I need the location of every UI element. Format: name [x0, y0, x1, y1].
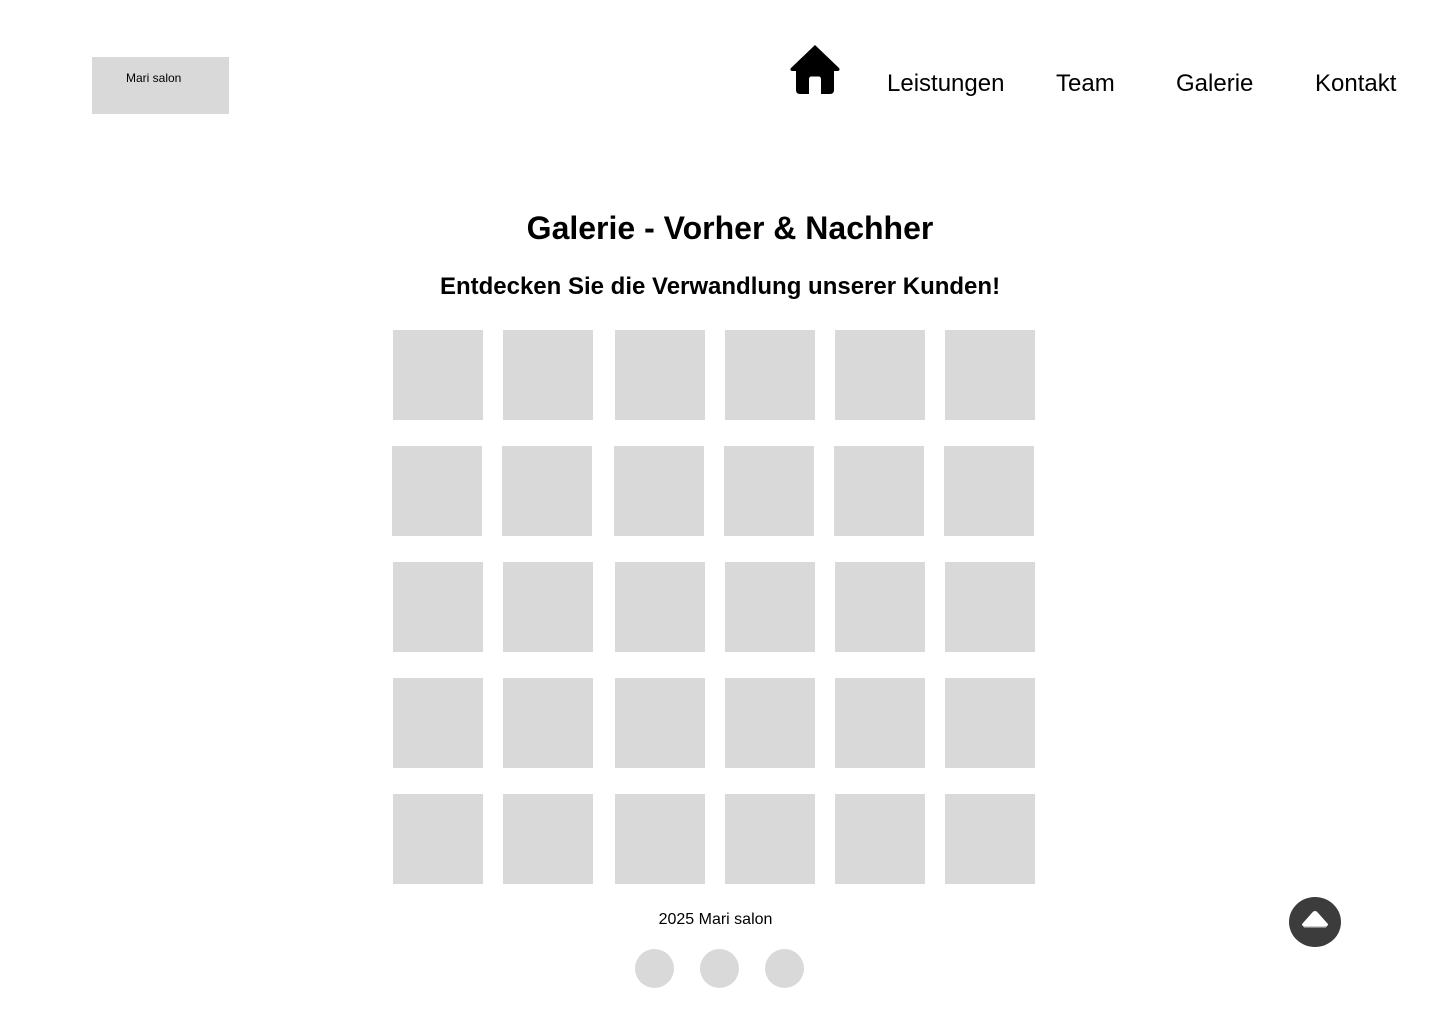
gallery-row	[393, 562, 1035, 652]
gallery-image-placeholder[interactable]	[503, 794, 593, 884]
gallery-image-placeholder[interactable]	[835, 794, 925, 884]
gallery-image-placeholder[interactable]	[944, 446, 1034, 536]
page-subtitle: Entdecken Sie die Verwandlung unserer Ku…	[439, 273, 1001, 300]
page-title: Galerie - Vorher & Nachher	[526, 210, 934, 246]
gallery-image-placeholder[interactable]	[393, 330, 483, 420]
gallery-image-placeholder[interactable]	[945, 794, 1035, 884]
gallery-image-placeholder[interactable]	[835, 330, 925, 420]
nav-leistungen[interactable]: Leistungen	[887, 70, 1004, 98]
gallery-image-placeholder[interactable]	[392, 446, 482, 536]
gallery-image-placeholder[interactable]	[615, 678, 705, 768]
gallery-image-placeholder[interactable]	[393, 794, 483, 884]
gallery-image-placeholder[interactable]	[724, 446, 814, 536]
gallery-image-placeholder[interactable]	[614, 446, 704, 536]
logo-text: Mari salon	[126, 71, 182, 85]
gallery-image-placeholder[interactable]	[725, 562, 815, 652]
gallery-image-placeholder[interactable]	[835, 678, 925, 768]
gallery-image-placeholder[interactable]	[503, 678, 593, 768]
gallery-image-placeholder[interactable]	[615, 330, 705, 420]
gallery-image-placeholder[interactable]	[834, 446, 924, 536]
nav-kontakt[interactable]: Kontakt	[1315, 70, 1396, 98]
gallery-image-placeholder[interactable]	[725, 330, 815, 420]
scroll-to-top-button[interactable]	[1289, 897, 1341, 947]
gallery-row	[393, 794, 1035, 884]
gallery-image-placeholder[interactable]	[725, 678, 815, 768]
nav-galerie[interactable]: Galerie	[1176, 70, 1253, 98]
gallery-image-placeholder[interactable]	[725, 794, 815, 884]
gallery-image-placeholder[interactable]	[502, 446, 592, 536]
footer-copyright: 2025 Mari salon	[658, 911, 773, 928]
home-icon-svg	[790, 45, 840, 94]
social-icon-2[interactable]	[700, 949, 739, 988]
gallery-image-placeholder[interactable]	[945, 330, 1035, 420]
gallery-row	[392, 446, 1034, 536]
gallery-image-placeholder[interactable]	[945, 678, 1035, 768]
gallery-image-placeholder[interactable]	[945, 562, 1035, 652]
gallery-row	[393, 330, 1035, 420]
caret-up-icon	[1301, 911, 1329, 928]
social-icon-1[interactable]	[635, 949, 674, 988]
gallery-image-placeholder[interactable]	[503, 330, 593, 420]
gallery-image-placeholder[interactable]	[503, 562, 593, 652]
gallery-image-placeholder[interactable]	[393, 562, 483, 652]
social-icon-3[interactable]	[765, 949, 804, 988]
gallery-image-placeholder[interactable]	[615, 562, 705, 652]
home-icon[interactable]	[789, 43, 841, 95]
gallery-image-placeholder[interactable]	[835, 562, 925, 652]
gallery-image-placeholder[interactable]	[615, 794, 705, 884]
logo[interactable]: Mari salon	[92, 57, 229, 114]
nav-team[interactable]: Team	[1056, 70, 1115, 98]
gallery-row	[393, 678, 1035, 768]
gallery-image-placeholder[interactable]	[393, 678, 483, 768]
